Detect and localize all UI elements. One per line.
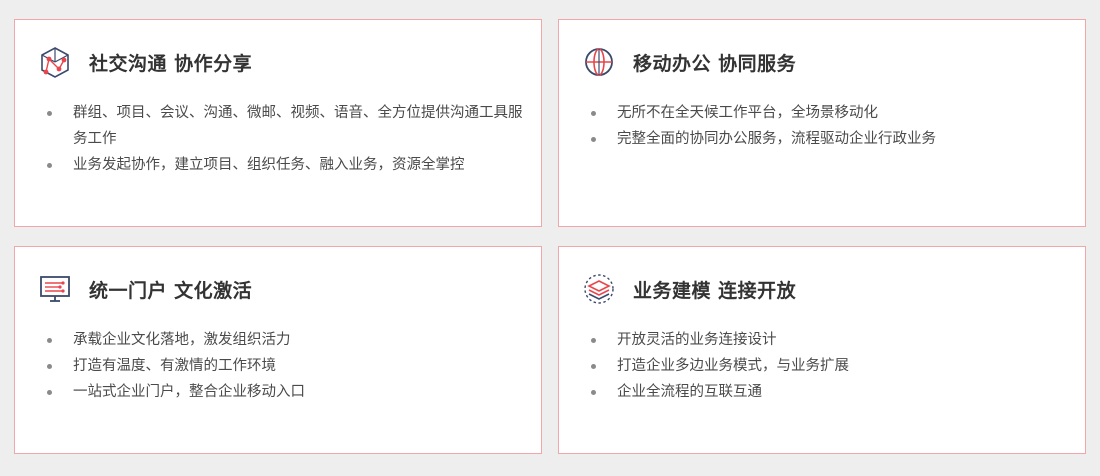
feature-card-mobile: 移动办公 协同服务 无所不在全天候工作平台，全场景移动化 完整全面的协同办公服务… bbox=[558, 19, 1086, 227]
feature-card-modeling: 业务建模 连接开放 开放灵活的业务连接设计 打造企业多边业务模式，与业务扩展 企… bbox=[558, 246, 1086, 454]
list-item: 一站式企业门户，整合企业移动入口 bbox=[45, 379, 523, 405]
feature-list: 开放灵活的业务连接设计 打造企业多边业务模式，与业务扩展 企业全流程的互联互通 bbox=[589, 327, 1067, 405]
card-header: 业务建模 连接开放 bbox=[581, 269, 796, 309]
cube-network-icon bbox=[37, 44, 73, 80]
feature-card-social: 社交沟通 协作分享 群组、项目、会议、沟通、微邮、视频、语音、全方位提供沟通工具… bbox=[14, 19, 542, 227]
list-item: 群组、项目、会议、沟通、微邮、视频、语音、全方位提供沟通工具服务工作 bbox=[45, 100, 523, 152]
list-item: 承载企业文化落地，激发组织活力 bbox=[45, 327, 523, 353]
feature-card-portal: 统一门户 文化激活 承载企业文化落地，激发组织活力 打造有温度、有激情的工作环境… bbox=[14, 246, 542, 454]
card-title: 社交沟通 协作分享 bbox=[89, 52, 253, 75]
list-item: 业务发起协作，建立项目、组织任务、融入业务，资源全掌控 bbox=[45, 152, 523, 178]
globe-icon bbox=[581, 44, 617, 80]
list-item: 打造有温度、有激情的工作环境 bbox=[45, 353, 523, 379]
feature-list: 承载企业文化落地，激发组织活力 打造有温度、有激情的工作环境 一站式企业门户，整… bbox=[45, 327, 523, 405]
list-item: 完整全面的协同办公服务，流程驱动企业行政业务 bbox=[589, 126, 1067, 152]
list-item: 开放灵活的业务连接设计 bbox=[589, 327, 1067, 353]
feature-list: 群组、项目、会议、沟通、微邮、视频、语音、全方位提供沟通工具服务工作 业务发起协… bbox=[45, 100, 523, 178]
monitor-icon bbox=[37, 271, 73, 307]
card-header: 统一门户 文化激活 bbox=[37, 269, 252, 309]
list-item: 企业全流程的互联互通 bbox=[589, 379, 1067, 405]
card-title: 移动办公 协同服务 bbox=[633, 52, 797, 75]
card-header: 社交沟通 协作分享 bbox=[37, 42, 252, 82]
feature-list: 无所不在全天候工作平台，全场景移动化 完整全面的协同办公服务，流程驱动企业行政业… bbox=[589, 100, 1067, 152]
layers-icon bbox=[581, 271, 617, 307]
list-item: 无所不在全天候工作平台，全场景移动化 bbox=[589, 100, 1067, 126]
card-header: 移动办公 协同服务 bbox=[581, 42, 796, 82]
list-item: 打造企业多边业务模式，与业务扩展 bbox=[589, 353, 1067, 379]
card-title: 业务建模 连接开放 bbox=[633, 279, 797, 302]
card-title: 统一门户 文化激活 bbox=[89, 279, 253, 302]
